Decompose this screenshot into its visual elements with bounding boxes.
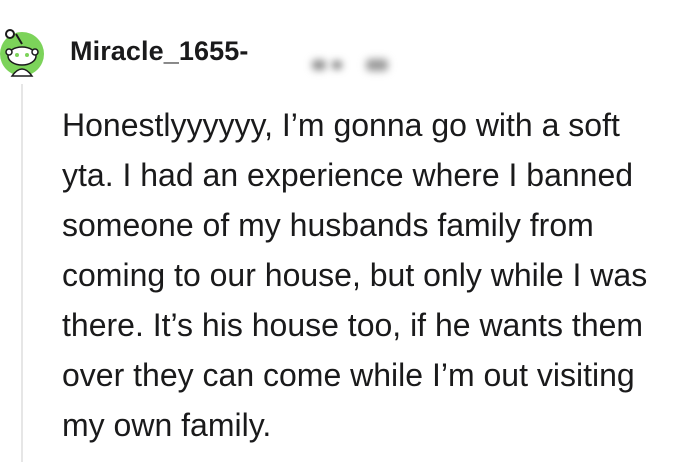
- comment-body-line: Honestlyyyyyy, I’m gonna go with a soft: [62, 107, 620, 143]
- comment-body-line: there. It’s his house too, if he wants t…: [62, 307, 644, 343]
- comment: Miracle_1655- Honestlyyyyyy, I’m gonna g…: [0, 0, 700, 462]
- blurred-metadata: [310, 52, 390, 74]
- reddit-snoo-avatar-icon[interactable]: [0, 22, 48, 82]
- comment-body-line: my own family.: [62, 407, 272, 443]
- comment-body-line: over they can come while I’m out visitin…: [62, 357, 635, 393]
- comment-body-line: yta. I had an experience where I banned: [62, 157, 634, 193]
- username[interactable]: Miracle_1655-: [70, 36, 248, 67]
- comment-body: Honestlyyyyyy, I’m gonna go with a soft …: [62, 100, 694, 450]
- thread-line[interactable]: [21, 84, 23, 462]
- comment-body-line: coming to our house, but only while I wa…: [62, 257, 648, 293]
- comment-body-line: someone of my husbands family from: [62, 207, 594, 243]
